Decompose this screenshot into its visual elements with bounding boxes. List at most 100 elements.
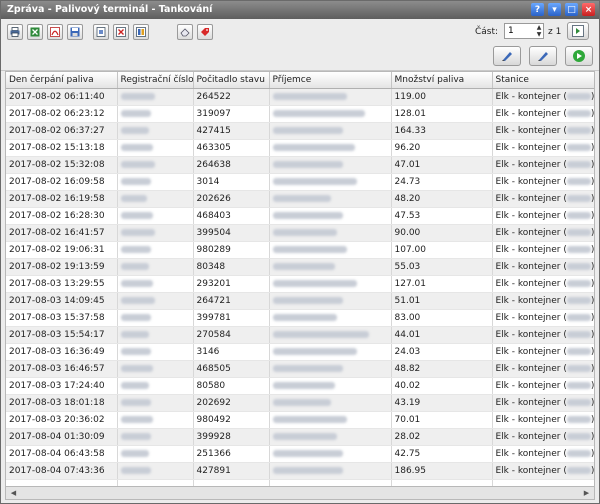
table-row[interactable]: 2017-08-03 16:46:57 468505 48.82 Elk - kont… xyxy=(6,360,594,378)
redacted-registration xyxy=(120,109,151,117)
pdf-export-icon xyxy=(50,27,60,37)
table-row[interactable]: 2017-08-04 06:43:58 251366 42.75 Elk - kont… xyxy=(6,445,594,463)
table-row[interactable]: 2017-08-03 15:37:58 399781 83.00 Elk - kont… xyxy=(6,309,594,327)
cell-amount: 47.53 xyxy=(391,207,493,225)
export-pdf-button[interactable] xyxy=(47,24,63,40)
table-row[interactable]: 2017-08-02 16:28:30 468403 47.53 Elk - kont… xyxy=(6,207,594,225)
table-row[interactable]: 2017-08-03 14:09:45 264721 51.01 Elk - kont… xyxy=(6,292,594,310)
window-controls: ? ▾ □ × xyxy=(531,3,595,16)
cell-registration xyxy=(117,309,194,327)
cell-recipient xyxy=(269,139,392,157)
clear-filter-button[interactable] xyxy=(177,24,193,40)
next-page-button[interactable] xyxy=(567,22,589,40)
horizontal-scrollbar[interactable]: ◀ ▶ xyxy=(5,487,595,500)
edit-button-2[interactable] xyxy=(529,46,557,66)
redacted-station-id xyxy=(566,211,591,219)
cell-counter: 427891 xyxy=(193,462,270,480)
cell-station: Elk - kontejner () xyxy=(492,88,594,106)
table-row[interactable]: 2017-08-03 15:54:17 270584 44.01 Elk - kont… xyxy=(6,326,594,344)
table-row[interactable]: 2017-08-02 06:37:27 427415 164.33 Elk - kon… xyxy=(6,122,594,140)
column-header-registration[interactable]: Registrační číslo xyxy=(117,72,194,89)
cell-counter: 3146 xyxy=(193,343,270,361)
station-name: Elk - kontejner xyxy=(495,363,561,374)
table-row[interactable]: 2017-08-04 07:43:36 427891 186.95 Elk - kon… xyxy=(6,462,594,480)
table-row[interactable]: 2017-08-02 19:06:31 980289 107.00 Elk - kon… xyxy=(6,241,594,259)
station-name: Elk - kontejner xyxy=(495,380,561,391)
table-row[interactable]: 2017-08-02 16:19:58 202626 48.20 Elk - kont… xyxy=(6,190,594,208)
delete-button[interactable] xyxy=(113,24,129,40)
cell-registration xyxy=(117,139,194,157)
redacted-registration xyxy=(120,415,153,423)
cell-date: 2017-08-03 15:54:17 xyxy=(6,326,118,344)
redacted-registration xyxy=(120,364,153,372)
save-button[interactable] xyxy=(67,24,83,40)
redacted-registration xyxy=(120,347,151,355)
cell-registration xyxy=(117,292,194,310)
edit-button-1[interactable] xyxy=(493,46,521,66)
table-row[interactable]: 2017-08-02 16:41:57 399504 90.00 Elk - kont… xyxy=(6,224,594,242)
redacted-recipient xyxy=(272,296,343,304)
scroll-right-icon[interactable]: ▶ xyxy=(581,488,592,498)
cell-counter: 202626 xyxy=(193,190,270,208)
cell-amount: 47.01 xyxy=(391,156,493,174)
tag-button[interactable] xyxy=(197,24,213,40)
cell-recipient xyxy=(269,411,392,429)
cell-station: Elk - kontejner () xyxy=(492,224,594,242)
column-header-date[interactable]: Den čerpání paliva xyxy=(6,72,118,89)
table-row[interactable]: 2017-08-03 13:29:55 293201 127.01 Elk - kon… xyxy=(6,275,594,293)
toolbar: Část: ▲▼ z 1 xyxy=(1,19,599,71)
cell-recipient xyxy=(269,224,392,242)
column-header-counter[interactable]: Počitadlo stavu xyxy=(193,72,270,89)
table-row[interactable]: 2017-08-02 19:13:59 80348 55.03 Elk - konte… xyxy=(6,258,594,276)
cell-recipient xyxy=(269,377,392,395)
table-row[interactable]: 2017-08-03 20:36:02 980492 70.01 Elk - kont… xyxy=(6,411,594,429)
cell-counter: 264721 xyxy=(193,292,270,310)
page-spinner[interactable]: ▲ ▼ xyxy=(535,24,543,38)
cell-date: 2017-08-02 06:23:12 xyxy=(6,105,118,123)
cell-station: Elk - kontejner () xyxy=(492,139,594,157)
redacted-recipient xyxy=(272,330,369,338)
maximize-icon[interactable]: □ xyxy=(565,3,578,16)
redacted-station-id xyxy=(566,313,591,321)
cell-date: 2017-08-02 15:13:18 xyxy=(6,139,118,157)
scroll-left-icon[interactable]: ◀ xyxy=(8,488,19,498)
table-row[interactable]: 2017-08-03 16:36:49 3146 24.03 Elk - kontej… xyxy=(6,343,594,361)
redacted-registration xyxy=(120,228,155,236)
redacted-recipient xyxy=(272,109,365,117)
station-name: Elk - kontejner xyxy=(495,125,561,136)
cell-date: 2017-08-03 16:46:57 xyxy=(6,360,118,378)
station-name: Elk - kontejner xyxy=(495,108,561,119)
page-setup-button[interactable] xyxy=(93,24,109,40)
cell-station: Elk - kontejner () xyxy=(492,445,594,463)
redacted-registration xyxy=(120,432,151,440)
table-row[interactable]: 2017-08-02 06:23:12 319097 128.01 Elk - kon… xyxy=(6,105,594,123)
table-row[interactable]: 2017-08-04 01:30:09 399928 28.02 Elk - kont… xyxy=(6,428,594,446)
minimize-icon[interactable]: ▾ xyxy=(548,3,561,16)
refresh-button[interactable] xyxy=(565,46,593,66)
redacted-station-id xyxy=(566,109,591,117)
print-button[interactable] xyxy=(7,24,23,40)
columns-button[interactable] xyxy=(133,24,149,40)
table-row[interactable]: 2017-08-02 06:11:40 264522 119.00 Elk - kon… xyxy=(6,88,594,106)
redacted-station-id xyxy=(566,177,591,185)
redacted-recipient xyxy=(272,347,357,355)
cell-counter: 264522 xyxy=(193,88,270,106)
table-row[interactable]: 2017-08-02 16:09:58 3014 24.73 Elk - kontej… xyxy=(6,173,594,191)
export-excel-button[interactable] xyxy=(27,24,43,40)
table-row[interactable]: 2017-08-03 17:24:40 80580 40.02 Elk - konte… xyxy=(6,377,594,395)
redacted-recipient xyxy=(272,279,357,287)
redacted-registration xyxy=(120,160,155,168)
close-icon[interactable]: × xyxy=(582,3,595,16)
column-header-recipient[interactable]: Příjemce xyxy=(269,72,392,89)
column-header-station[interactable]: Stanice xyxy=(492,72,594,89)
cell-amount: 164.33 xyxy=(391,122,493,140)
table-row[interactable]: 2017-08-02 15:13:18 463305 96.20 Elk - kont… xyxy=(6,139,594,157)
table-row[interactable]: 2017-08-03 18:01:18 202692 43.19 Elk - kont… xyxy=(6,394,594,412)
table-row[interactable]: 2017-08-02 15:32:08 264638 47.01 Elk - kont… xyxy=(6,156,594,174)
help-icon[interactable]: ? xyxy=(531,3,544,16)
cell-station: Elk - kontejner () xyxy=(492,411,594,429)
cell-date: 2017-08-02 15:32:08 xyxy=(6,156,118,174)
redacted-recipient xyxy=(272,364,343,372)
cell-station: Elk - kontejner () xyxy=(492,343,594,361)
column-header-amount[interactable]: Množství paliva xyxy=(391,72,493,89)
